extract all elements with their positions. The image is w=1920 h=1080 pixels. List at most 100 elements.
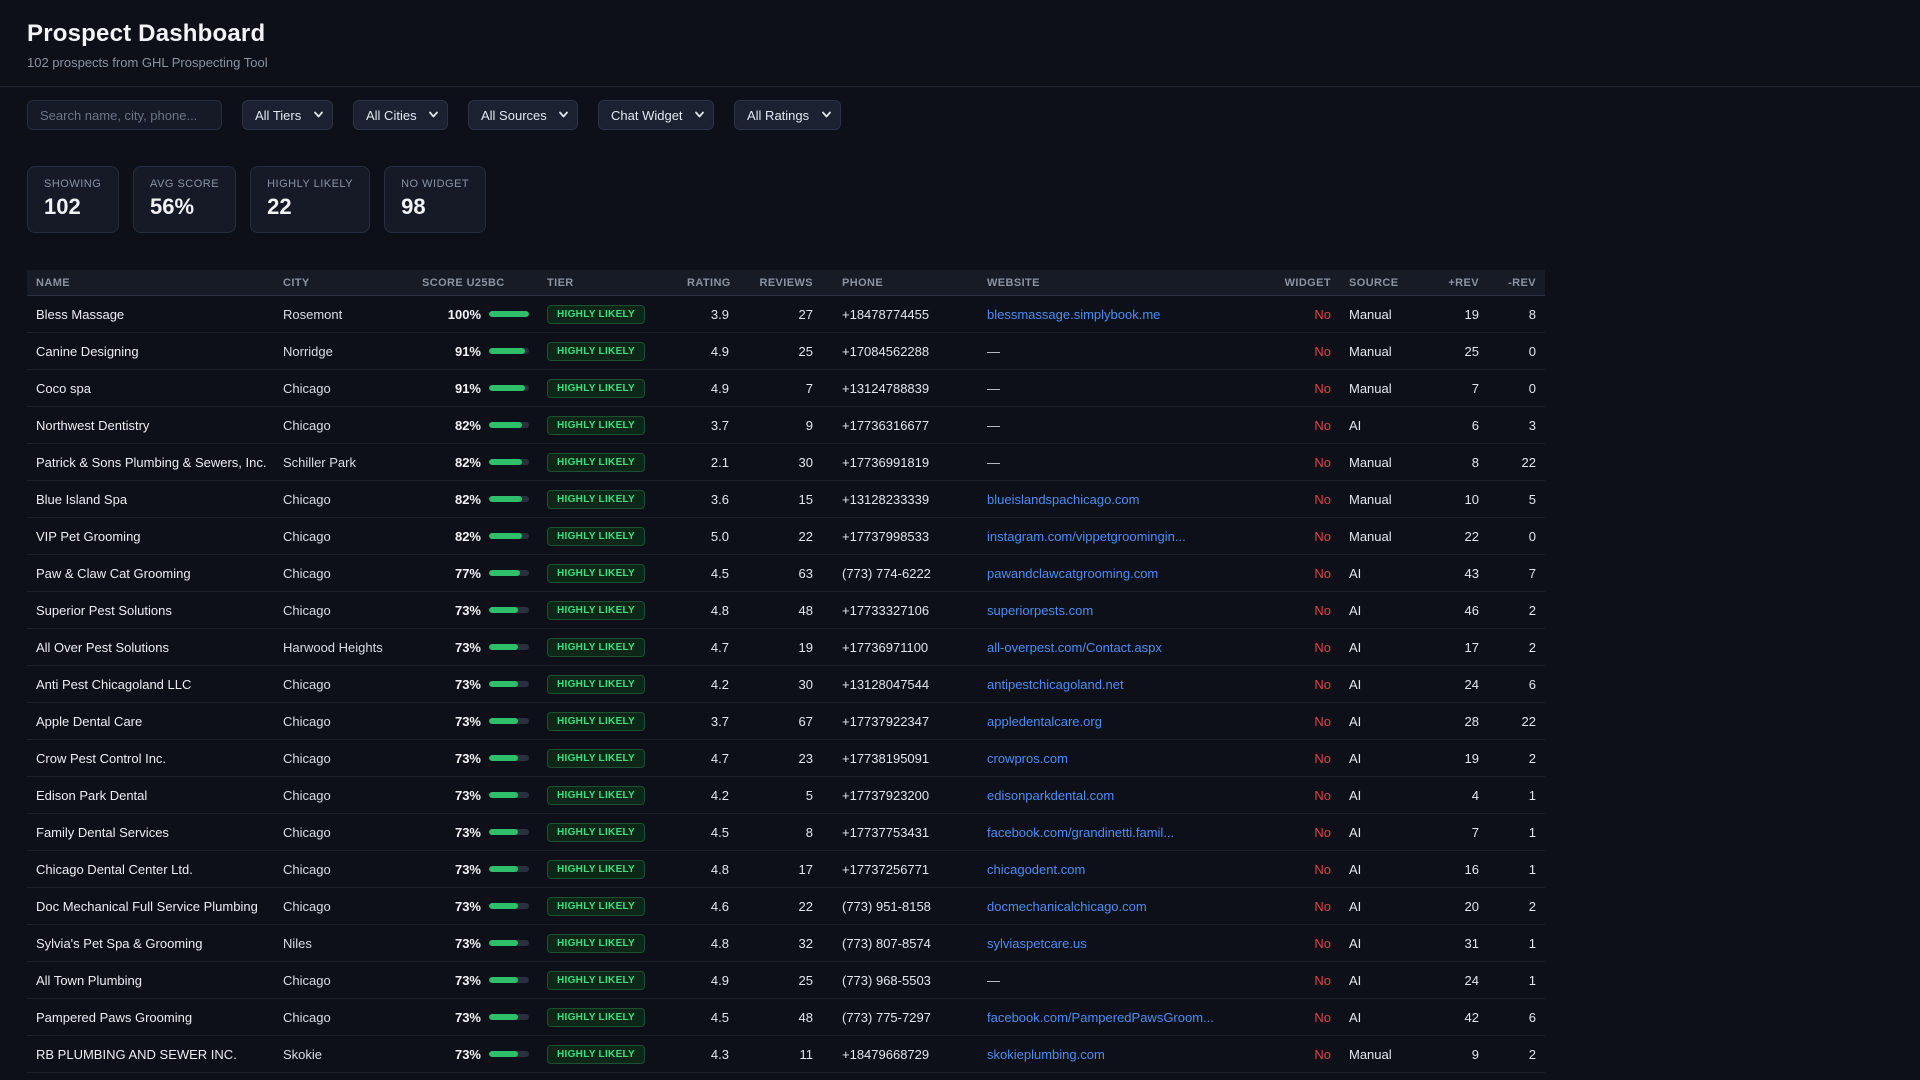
prospect-city: Chicago (283, 787, 331, 803)
score-value: 73% (454, 972, 481, 988)
score-bar (489, 496, 529, 502)
website-link[interactable]: edisonparkdental.com (987, 788, 1114, 803)
phone-number: +18479668729 (842, 1046, 930, 1062)
website-link[interactable]: superiorpests.com (987, 603, 1093, 618)
negative-reviews: 6 (1528, 676, 1536, 692)
rating-value: 3.7 (710, 713, 729, 729)
tier-badge: HIGHLY LIKELY (547, 1044, 645, 1064)
website-link[interactable]: facebook.com/grandinetti.famil... (987, 825, 1174, 840)
website-cell: — (978, 344, 1270, 359)
filter-bar: All Tiers All Cities All Sources Chat Wi… (0, 87, 1920, 130)
website-link[interactable]: antipestchicagoland.net (987, 677, 1124, 692)
positive-reviews: 7 (1471, 824, 1479, 840)
reviews-count: 15 (798, 491, 813, 507)
stat-value: 102 (44, 194, 81, 219)
rating-value: 4.3 (710, 1046, 729, 1062)
phone-number: +17737753431 (842, 824, 930, 840)
website-link[interactable]: all-overpest.com/Contact.aspx (987, 640, 1162, 655)
rating-value: 4.6 (710, 898, 729, 914)
score-cell: 73% (413, 751, 538, 766)
phone-number: +17737923200 (842, 787, 930, 803)
tier-badge: HIGHLY LIKELY (547, 415, 645, 435)
source-value: AI (1349, 565, 1362, 581)
rating-filter-select[interactable]: All Ratings (734, 100, 841, 130)
negative-reviews: 2 (1528, 898, 1536, 914)
source-value: Manual (1349, 380, 1392, 396)
score-value: 73% (454, 639, 481, 655)
reviews-count: 25 (798, 972, 813, 988)
tier-cell: HIGHLY LIKELY (538, 1007, 678, 1027)
stat-label: HIGHLY LIKELY (267, 178, 354, 190)
column-header-reviews[interactable]: REVIEWS (738, 277, 822, 289)
city-filter-select[interactable]: All Cities (353, 100, 448, 130)
score-value: 73% (454, 861, 481, 877)
column-header-tier[interactable]: TIER (538, 277, 678, 289)
website-link[interactable]: facebook.com/PamperedPawsGroom... (987, 1010, 1214, 1025)
website-link[interactable]: sylviaspetcare.us (987, 936, 1087, 951)
column-header-rating[interactable]: RATING (678, 277, 738, 289)
column-header-website[interactable]: WEBSITE (978, 277, 1270, 289)
website-cell: docmechanicalchicago.com (978, 899, 1270, 914)
positive-reviews: 46 (1464, 602, 1479, 618)
column-header-widget[interactable]: WIDGET (1270, 277, 1340, 289)
score-bar-fill (489, 311, 529, 317)
prospect-name: Blue Island Spa (36, 491, 128, 507)
table-row: Superior Pest Solutions Chicago 73% HIGH… (27, 592, 1545, 629)
score-bar (489, 1051, 529, 1057)
table-row: Crow Pest Control Inc. Chicago 73% HIGHL… (27, 740, 1545, 777)
column-header-pos-rev[interactable]: +REV (1430, 277, 1488, 289)
stat-card-showing: SHOWING 102 (27, 166, 119, 233)
score-bar (489, 940, 529, 946)
website-link[interactable]: chicagodent.com (987, 862, 1085, 877)
negative-reviews: 1 (1528, 935, 1536, 951)
tier-cell: HIGHLY LIKELY (538, 896, 678, 916)
website-link[interactable]: blessmassage.simplybook.me (987, 307, 1160, 322)
column-header-phone[interactable]: PHONE (822, 277, 978, 289)
score-bar (489, 644, 529, 650)
negative-reviews: 1 (1528, 972, 1536, 988)
tier-filter-select[interactable]: All Tiers (242, 100, 333, 130)
website-link[interactable]: instagram.com/vippetgroomingin... (987, 529, 1186, 544)
tier-badge: HIGHLY LIKELY (547, 489, 645, 509)
score-bar-fill (489, 1014, 519, 1020)
column-header-city[interactable]: CITY (274, 277, 413, 289)
prospect-name: Chicago Dental Center Ltd. (36, 861, 193, 877)
score-cell: 91% (413, 344, 538, 359)
score-bar-fill (489, 1051, 519, 1057)
website-link[interactable]: appledentalcare.org (987, 714, 1102, 729)
widget-filter-select[interactable]: Chat Widget (598, 100, 714, 130)
website-link[interactable]: skokieplumbing.com (987, 1047, 1105, 1062)
website-link[interactable]: blueislandspachicago.com (987, 492, 1139, 507)
page-header: Prospect Dashboard 102 prospects from GH… (0, 0, 1920, 87)
table-row: Anti Pest Chicagoland LLC Chicago 73% HI… (27, 666, 1545, 703)
score-cell: 73% (413, 714, 538, 729)
website-cell: sylviaspetcare.us (978, 936, 1270, 951)
rating-value: 4.9 (710, 972, 729, 988)
widget-status: No (1314, 602, 1331, 618)
column-header-name[interactable]: NAME (27, 277, 274, 289)
website-link[interactable]: docmechanicalchicago.com (987, 899, 1147, 914)
tier-cell: HIGHLY LIKELY (538, 526, 678, 546)
source-filter-select[interactable]: All Sources (468, 100, 578, 130)
website-link[interactable]: crowpros.com (987, 751, 1068, 766)
tier-cell: HIGHLY LIKELY (538, 859, 678, 879)
column-header-neg-rev[interactable]: -REV (1488, 277, 1545, 289)
search-input[interactable] (27, 100, 222, 130)
table-row: Edison Park Dental Chicago 73% HIGHLY LI… (27, 777, 1545, 814)
website-cell: — (978, 455, 1270, 470)
website-link[interactable]: pawandclawcatgrooming.com (987, 566, 1158, 581)
negative-reviews: 6 (1528, 1009, 1536, 1025)
widget-status: No (1314, 306, 1331, 322)
score-value: 73% (454, 1009, 481, 1025)
website-cell: blessmassage.simplybook.me (978, 307, 1270, 322)
column-header-score[interactable]: SCORE U25BC (413, 277, 538, 289)
prospect-city: Chicago (283, 972, 331, 988)
score-value: 73% (454, 824, 481, 840)
negative-reviews: 5 (1528, 491, 1536, 507)
prospect-city: Niles (283, 935, 312, 951)
tier-badge: HIGHLY LIKELY (547, 304, 645, 324)
score-bar-fill (489, 903, 519, 909)
tier-filter: All Tiers (242, 100, 333, 130)
score-cell: 73% (413, 936, 538, 951)
column-header-source[interactable]: SOURCE (1340, 277, 1430, 289)
